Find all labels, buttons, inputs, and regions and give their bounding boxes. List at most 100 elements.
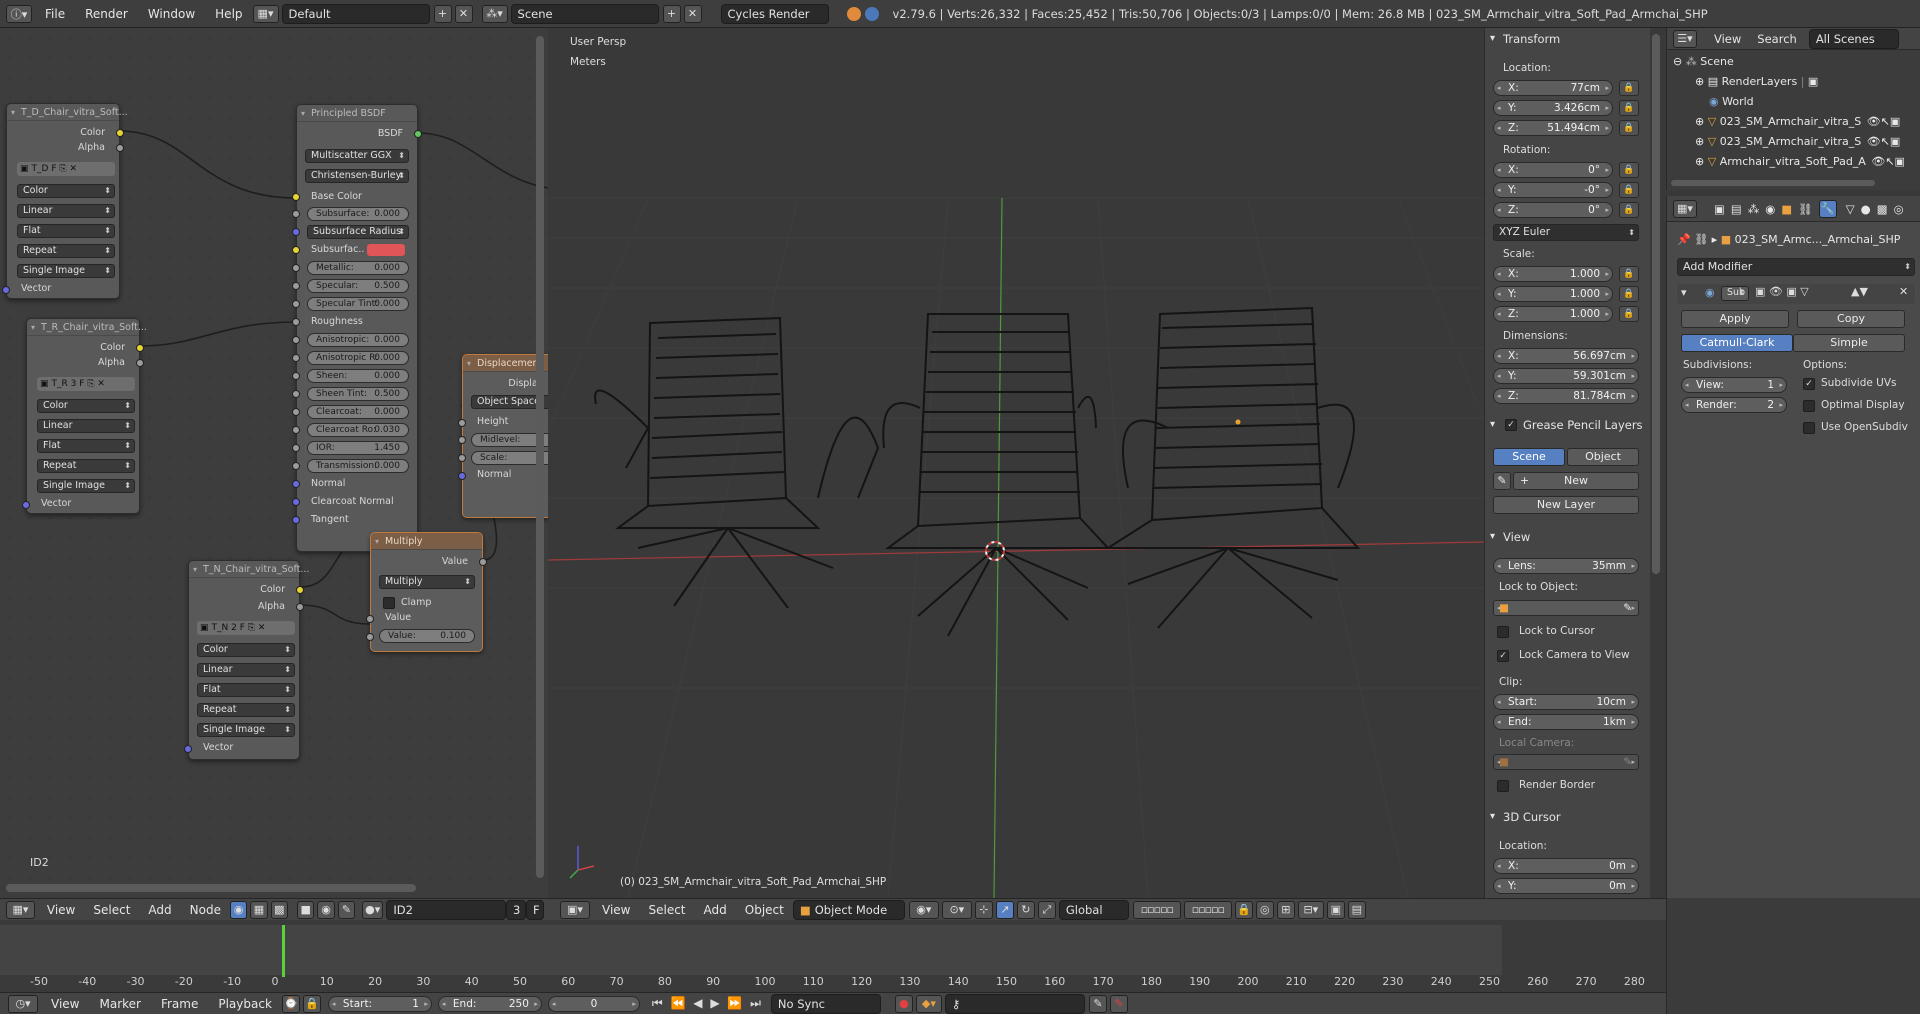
timeline-editor-icon[interactable]: ◷▾: [8, 994, 38, 1013]
color-socket[interactable]: [136, 344, 144, 352]
collapse-arrow-icon[interactable]: ▾: [1681, 286, 1687, 299]
value-field[interactable]: Value: 0.100: [379, 629, 475, 643]
alpha-socket[interactable]: [116, 144, 124, 152]
node-editor-hscroll[interactable]: [6, 884, 416, 892]
lock-scale-x-icon[interactable]: 🔒: [1619, 266, 1639, 282]
current-frame-line[interactable]: [282, 925, 285, 977]
bsdf-input-socket[interactable]: [292, 336, 300, 344]
unlink-icon[interactable]: ✕: [258, 623, 266, 633]
frame-end-field[interactable]: End:250: [437, 995, 542, 1012]
vector-socket[interactable]: [2, 286, 10, 294]
move-up-icon[interactable]: ▲▼: [1851, 285, 1868, 298]
3d-viewport[interactable]: User Persp Meters (0) 023_SM_Armchair_vi…: [548, 28, 1484, 898]
translate-manipulator-icon[interactable]: ↗: [995, 900, 1014, 919]
gp-new-layer-button[interactable]: New Layer: [1493, 496, 1639, 514]
outliner-item-renderlayers[interactable]: ⊕ ▤ RenderLayers | ▣: [1695, 74, 1818, 90]
open-icon[interactable]: ⎘: [248, 623, 255, 633]
scene-icon[interactable]: ⁂▾: [481, 4, 508, 23]
lock-object-field[interactable]: ■✎: [1493, 600, 1639, 616]
open-icon[interactable]: ⎘: [59, 164, 66, 174]
remove-layout-icon[interactable]: ✕: [454, 4, 473, 23]
distribution-select[interactable]: Multiscatter GGX: [305, 149, 409, 163]
scale-x-field[interactable]: X:1.000: [1493, 266, 1613, 282]
open-icon[interactable]: ⎘: [87, 379, 94, 389]
subdivide-uvs-checkbox[interactable]: ✓: [1803, 378, 1815, 390]
optimal-display-checkbox[interactable]: [1803, 400, 1815, 412]
extension-select[interactable]: Repeat: [17, 244, 115, 258]
color-space-select[interactable]: Color: [17, 184, 115, 198]
bsdf-input-socket[interactable]: [292, 516, 300, 524]
rotate-manipulator-icon[interactable]: ↻: [1016, 900, 1035, 919]
color-space-select[interactable]: Color: [197, 643, 295, 657]
node-title[interactable]: T_D_Chair_vitra_Soft...: [7, 104, 128, 121]
lock-scale-z-icon[interactable]: 🔒: [1619, 306, 1639, 322]
image-browse-row[interactable]: ▣ T_R 3 F ⎘ ✕: [37, 377, 135, 391]
physics-tab-icon[interactable]: ◎: [1894, 202, 1904, 216]
node-menu-add[interactable]: Add: [139, 903, 180, 917]
cursor-y-field[interactable]: Y:0m: [1493, 878, 1639, 894]
height-socket[interactable]: [458, 419, 466, 427]
remove-scene-icon[interactable]: ✕: [683, 4, 702, 23]
transform-panel-header[interactable]: Transform: [1485, 30, 1650, 48]
bsdf-value-field[interactable]: Sheen: 0.000: [307, 369, 409, 383]
properties-editor-icon[interactable]: ▦▾: [1673, 199, 1697, 218]
timeline-menu-frame[interactable]: Frame: [151, 997, 208, 1011]
3d-cursor-panel-header[interactable]: 3D Cursor: [1485, 808, 1650, 826]
source-select[interactable]: Single Image: [37, 479, 135, 493]
view-menu-select[interactable]: Select: [639, 903, 694, 917]
rotation-mode-select[interactable]: XYZ Euler: [1493, 224, 1639, 241]
view-menu-add[interactable]: Add: [695, 903, 736, 917]
modifier-name-field[interactable]: Sub: [1721, 286, 1749, 301]
principled-bsdf-node[interactable]: Principled BSDF BSDF Multiscatter GGX Ch…: [292, 104, 422, 552]
node-title[interactable]: Principled BSDF: [297, 105, 417, 122]
source-select[interactable]: Single Image: [197, 723, 295, 737]
catmull-clark-button[interactable]: Catmull-Clark: [1681, 334, 1793, 352]
sync-mode-dropdown[interactable]: No Sync: [770, 993, 881, 1014]
simple-button[interactable]: Simple: [1793, 334, 1905, 352]
color-socket[interactable]: [296, 586, 304, 594]
insert-keyframe-icon[interactable]: ✎: [1088, 994, 1107, 1013]
bsdf-input-socket[interactable]: [292, 390, 300, 398]
bsdf-value-field[interactable]: IOR: 1.450: [307, 441, 409, 455]
value-field-socket[interactable]: [366, 633, 374, 641]
copy-button[interactable]: Copy: [1797, 310, 1905, 328]
rotation-y-field[interactable]: Y:-0°: [1493, 182, 1613, 198]
manipulator-toggle-icon[interactable]: ⊹: [974, 900, 993, 919]
layout-grid-icon[interactable]: ▦▾: [252, 4, 279, 23]
lock-location-z-icon[interactable]: 🔒: [1619, 120, 1639, 136]
unlink-icon[interactable]: ✕: [69, 164, 77, 174]
bsdf-value-field[interactable]: Subsurface: 0.000: [307, 207, 409, 221]
interpolation-select[interactable]: Linear: [37, 419, 135, 433]
modifier-visibility-icons[interactable]: ▣ 👁 ▣ ▽: [1755, 285, 1809, 298]
interaction-mode-dropdown[interactable]: ■ Object Mode: [792, 899, 905, 920]
math-multiply-node[interactable]: Multiply Value Multiply Clamp Value Valu…: [366, 532, 487, 652]
bsdf-radius-select[interactable]: Subsurface Radius: [307, 225, 409, 239]
clip-end-field[interactable]: End:1km: [1493, 714, 1639, 730]
add-layout-icon[interactable]: +: [433, 4, 452, 23]
render-engine-dropdown[interactable]: Cycles Render: [720, 3, 829, 24]
frame-start-field[interactable]: Start:1: [327, 995, 432, 1012]
texture-tab-icon[interactable]: ▩: [1877, 202, 1888, 216]
bsdf-value-field[interactable]: Clearcoat: 0.000: [307, 405, 409, 419]
gp-new-button[interactable]: + New: [1513, 472, 1639, 490]
render-layers-tab-icon[interactable]: ▤: [1731, 202, 1742, 216]
opengl-anim-icon[interactable]: ▤: [1347, 900, 1366, 919]
node-title[interactable]: Multiply: [371, 533, 482, 550]
shader-nodes-icon[interactable]: ◉: [229, 900, 248, 919]
gp-scene-button[interactable]: Scene: [1493, 448, 1565, 466]
projection-select[interactable]: Flat: [197, 683, 295, 697]
alpha-socket[interactable]: [136, 359, 144, 367]
node-menu-node[interactable]: Node: [181, 903, 230, 917]
image-texture-node-n[interactable]: T_N_Chair_vitra_Soft... Color Alpha ▣T_N…: [184, 560, 309, 760]
view-panel-header[interactable]: View: [1485, 528, 1650, 546]
opensubdiv-checkbox[interactable]: [1803, 422, 1815, 434]
cursor-x-field[interactable]: X:0m: [1493, 858, 1639, 874]
view-levels-field[interactable]: View:1: [1681, 377, 1787, 393]
apply-button[interactable]: Apply: [1681, 310, 1789, 328]
projection-select[interactable]: Flat: [37, 439, 135, 453]
outliner-item-object-1[interactable]: ⊕ ▽ 023_SM_Armchair_vitra_S 👁↖▣: [1695, 114, 1900, 130]
rotation-z-field[interactable]: Z:0°: [1493, 202, 1613, 218]
clip-start-field[interactable]: Start:10cm: [1493, 694, 1639, 710]
vector-socket[interactable]: [22, 501, 30, 509]
outliner-item-world[interactable]: ◉ World: [1709, 94, 1754, 110]
